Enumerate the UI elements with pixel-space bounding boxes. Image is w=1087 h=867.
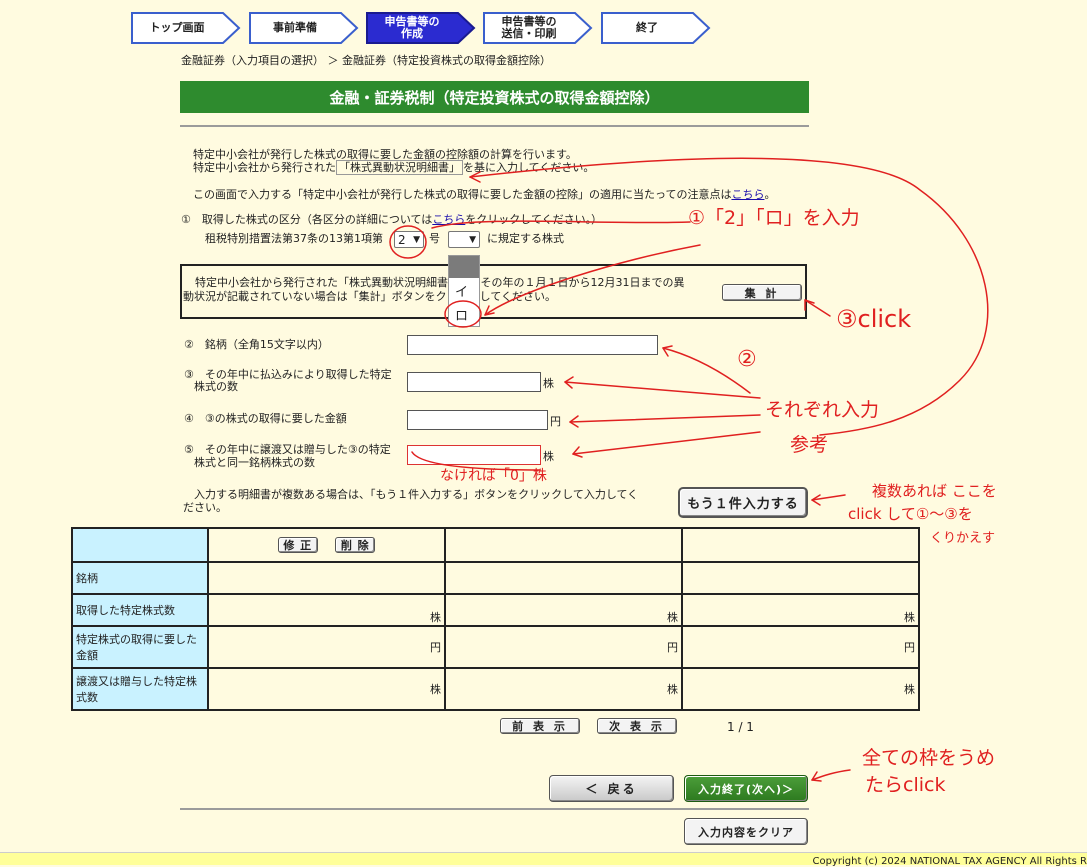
annotation-circle (444, 300, 482, 328)
annotation-reference: 参考 (790, 434, 829, 456)
annotation-strokes (389, 157, 989, 782)
annotation-multi3: くりかえす (930, 531, 996, 546)
annotation-finish1: 全ての枠をうめ (862, 747, 996, 769)
annotation-step3: ③click (836, 305, 912, 333)
annotation-multi1: 複数あれば ここを (872, 482, 997, 500)
annotation-loop (469, 157, 989, 436)
annotation-step1: ①「2」「ロ」を入力 (688, 207, 860, 229)
annotation-each-input: それぞれ入力 (765, 399, 880, 421)
annotation-zero: なければ「0」株 (440, 468, 547, 484)
annotation-circle (389, 225, 427, 259)
annotation-step2: ② (737, 347, 757, 372)
annotation-finish2: たらclick (865, 774, 946, 796)
annotation-multi2: click して①～③を (848, 505, 973, 523)
